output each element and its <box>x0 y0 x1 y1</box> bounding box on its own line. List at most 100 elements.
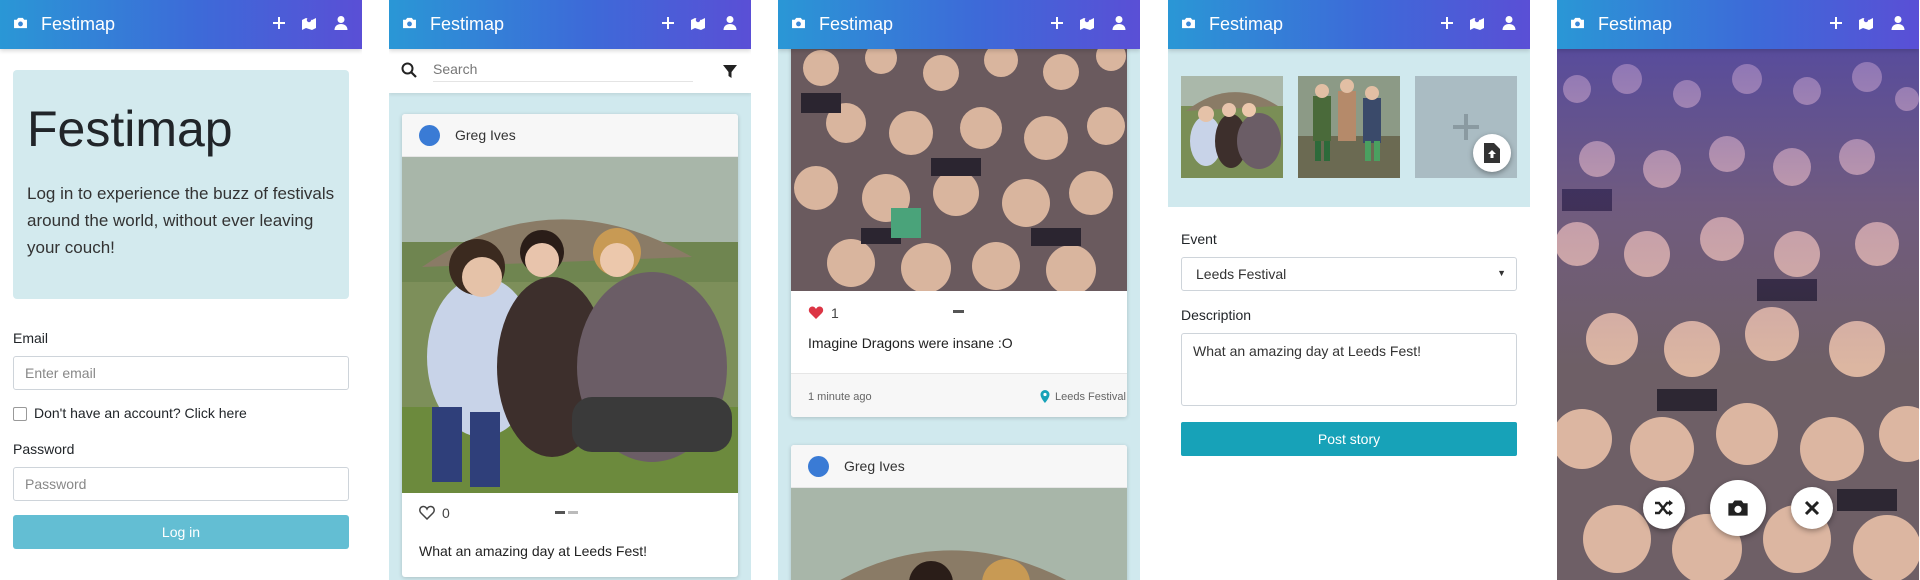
event-select[interactable]: Leeds Festival ▼ <box>1181 257 1517 291</box>
capture-photo-button[interactable] <box>1710 480 1766 536</box>
post-timestamp: 1 minute ago <box>808 391 872 403</box>
heart-filled-icon[interactable] <box>808 305 824 320</box>
chevron-down-icon: ▼ <box>1497 268 1506 278</box>
app-title: Festimap <box>430 14 505 34</box>
shuffle-icon <box>1655 500 1673 516</box>
map-icon[interactable] <box>300 14 318 32</box>
post-card[interactable]: Greg Ives <box>791 445 1127 580</box>
avatar[interactable] <box>808 456 829 477</box>
post-caption: What an amazing day at Leeds Fest! <box>419 543 648 559</box>
user-icon[interactable] <box>1110 14 1128 32</box>
event-label: Event <box>1181 231 1217 247</box>
post-card[interactable]: Greg Ives <box>402 114 738 577</box>
photo-thumbnail[interactable] <box>1181 76 1283 178</box>
add-photo-tile[interactable] <box>1415 76 1517 178</box>
camera-icon[interactable] <box>402 17 417 29</box>
post-actions: 0 <box>402 493 738 533</box>
login-button[interactable]: Log in <box>13 515 349 549</box>
post-actions: 1 <box>791 291 1127 333</box>
carousel-dots-icon[interactable] <box>555 511 579 515</box>
user-icon[interactable] <box>332 14 350 32</box>
app-title: Festimap <box>819 14 894 34</box>
map-icon[interactable] <box>1857 14 1875 32</box>
festival-umbrella-photo <box>791 488 1127 580</box>
password-label: Password <box>13 441 75 457</box>
umbrella-thumbnail-image <box>1181 76 1283 178</box>
camera-capture-icon <box>1728 500 1748 516</box>
post-card[interactable]: 1 Imagine Dragons were insane :O 1 minut… <box>791 38 1127 417</box>
upload-file-button[interactable] <box>1473 134 1511 172</box>
app-title: Festimap <box>1598 14 1673 34</box>
feed-screen: Festimap Search Greg Ives 0 What an amaz… <box>389 0 751 580</box>
search-icon[interactable] <box>401 62 417 78</box>
map-icon[interactable] <box>1468 14 1486 32</box>
app-bar: Festimap <box>1557 0 1919 49</box>
app-bar: Festimap <box>1168 0 1530 49</box>
event-select-value: Leeds Festival <box>1196 266 1287 282</box>
close-icon <box>1804 500 1820 516</box>
upload-screen: Festimap Event Leeds Festival ▼ Descript… <box>1168 0 1530 580</box>
camera-icon[interactable] <box>791 17 806 29</box>
close-camera-button[interactable] <box>1791 487 1833 529</box>
file-upload-icon <box>1484 143 1500 163</box>
photo-thumbnail[interactable] <box>1298 76 1400 178</box>
login-heading: Festimap <box>27 101 233 157</box>
post-footer: 1 minute ago Leeds Festival <box>791 373 1127 417</box>
location-pin-icon <box>1040 390 1050 403</box>
search-bar: Search <box>389 49 751 93</box>
festival-umbrella-photo <box>402 157 738 493</box>
post-photo[interactable] <box>791 488 1127 580</box>
map-icon[interactable] <box>1078 14 1096 32</box>
carousel-dots-icon[interactable] <box>953 310 965 314</box>
add-icon[interactable] <box>1438 14 1456 32</box>
description-label: Description <box>1181 307 1252 323</box>
filter-icon[interactable] <box>722 64 738 80</box>
post-story-button[interactable]: Post story <box>1181 422 1517 456</box>
post-header: Greg Ives <box>791 445 1127 488</box>
login-lead-text: Log in to experience the buzz of festiva… <box>27 184 335 257</box>
add-icon[interactable] <box>270 14 288 32</box>
app-bar: Festimap <box>0 0 362 49</box>
photo-thumbnails <box>1168 49 1530 207</box>
post-header: Greg Ives <box>402 114 738 157</box>
user-icon[interactable] <box>721 14 739 32</box>
add-icon[interactable] <box>1827 14 1845 32</box>
add-icon[interactable] <box>1048 14 1066 32</box>
screenshot-strip: Festimap Festimap Log in to experience t… <box>0 0 1920 580</box>
post-photo[interactable] <box>791 38 1127 291</box>
add-icon[interactable] <box>659 14 677 32</box>
camera-icon[interactable] <box>1181 17 1196 29</box>
feed-detail-screen: 1 Imagine Dragons were insane :O 1 minut… <box>778 0 1140 580</box>
search-input[interactable]: Search <box>433 61 693 82</box>
email-label: Email <box>13 330 49 346</box>
login-screen: Festimap Festimap Log in to experience t… <box>0 0 362 580</box>
heart-outline-icon[interactable] <box>419 505 435 520</box>
avatar[interactable] <box>419 125 440 146</box>
post-caption: Imagine Dragons were insane :O <box>808 335 1013 351</box>
plus-icon <box>1453 114 1479 140</box>
app-bar: Festimap <box>778 0 1140 49</box>
crowd-photo <box>791 38 1127 291</box>
mud-thumbnail-image <box>1298 76 1400 178</box>
app-title: Festimap <box>1209 14 1284 34</box>
camera-icon[interactable] <box>1570 17 1585 29</box>
like-count: 1 <box>831 305 839 321</box>
user-icon[interactable] <box>1889 14 1907 32</box>
email-field[interactable]: Enter email <box>13 356 349 390</box>
shuffle-camera-button[interactable] <box>1643 487 1685 529</box>
post-location[interactable]: Leeds Festival <box>1055 391 1126 403</box>
like-count: 0 <box>442 505 450 521</box>
app-bar: Festimap <box>389 0 751 49</box>
post-photo[interactable] <box>402 157 738 493</box>
password-field[interactable]: Password <box>13 467 349 501</box>
signup-checkbox[interactable] <box>13 407 27 421</box>
post-username[interactable]: Greg Ives <box>844 458 905 474</box>
map-icon[interactable] <box>689 14 707 32</box>
user-icon[interactable] <box>1500 14 1518 32</box>
post-username[interactable]: Greg Ives <box>455 127 516 143</box>
description-textarea[interactable]: What an amazing day at Leeds Fest! <box>1181 333 1517 406</box>
camera-screen: Festimap <box>1557 0 1919 580</box>
welcome-jumbotron: Festimap Log in to experience the buzz o… <box>13 70 349 299</box>
camera-icon[interactable] <box>13 17 28 29</box>
signup-label[interactable]: Don't have an account? Click here <box>34 405 247 421</box>
